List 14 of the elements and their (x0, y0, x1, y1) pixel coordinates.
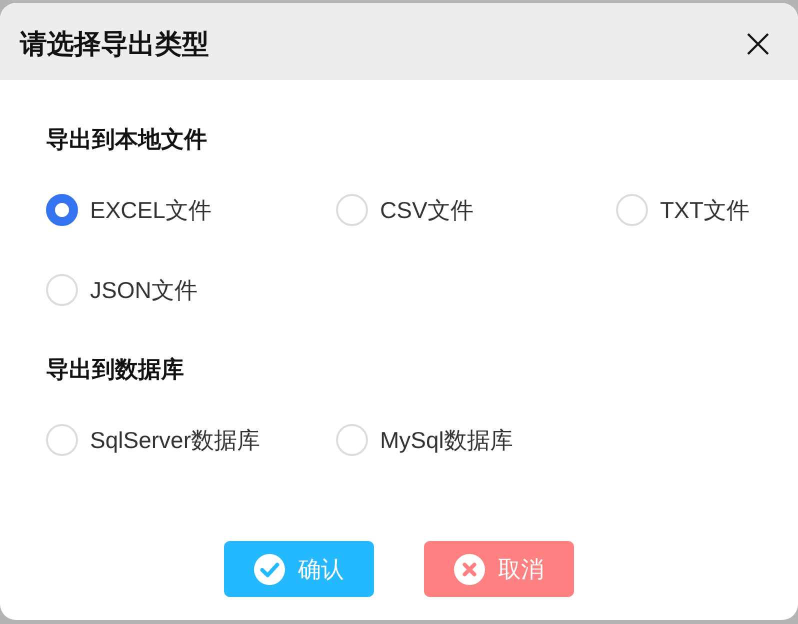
close-button[interactable] (746, 32, 770, 56)
radio-option[interactable]: SqlServer数据库 (46, 424, 260, 456)
radio-option[interactable]: TXT文件 (616, 194, 750, 226)
dialog-title: 请选择导出类型 (20, 28, 209, 61)
radio-option[interactable]: JSON文件 (46, 274, 198, 306)
radio-option[interactable]: EXCEL文件 (46, 194, 212, 226)
section-heading: 导出到本地文件 (46, 125, 207, 154)
x-circle-icon (454, 554, 485, 584)
check-circle-icon (254, 554, 285, 584)
radio-button[interactable] (46, 194, 78, 226)
radio-option[interactable]: CSV文件 (336, 194, 474, 226)
radio-option[interactable]: MySql数据库 (336, 424, 513, 456)
section-heading: 导出到数据库 (46, 355, 184, 384)
close-icon (746, 32, 770, 56)
